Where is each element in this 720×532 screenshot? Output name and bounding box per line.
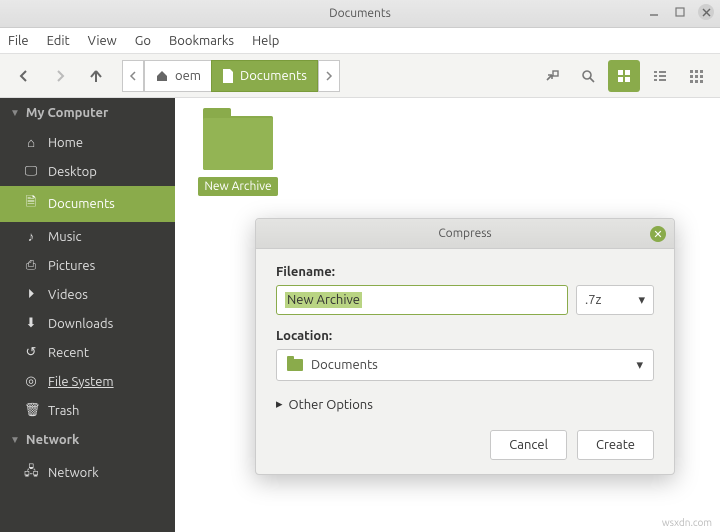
search-button[interactable] [572,60,604,92]
home-icon [155,69,169,83]
location-label: Location: [276,329,654,343]
compact-view-button[interactable] [680,60,712,92]
path-home[interactable]: oem [144,60,211,92]
sidebar-item-pictures[interactable]: ⎙Pictures [0,251,175,280]
folder-icon [203,116,273,170]
sidebar: ▼ My Computer ⌂Home 🖵Desktop 🗎Documents … [0,98,175,532]
music-icon: ♪ [24,229,38,244]
minimize-button[interactable] [646,4,662,20]
sidebar-item-home[interactable]: ⌂Home [0,128,175,157]
location-select[interactable]: Documents ▾ [276,349,654,381]
sidebar-header-computer[interactable]: ▼ My Computer [0,98,175,128]
toggle-location-button[interactable] [536,60,568,92]
document-icon: 🗎 [24,193,38,215]
folder-label: New Archive [198,177,277,196]
list-view-button[interactable] [644,60,676,92]
desktop-icon: 🖵 [24,164,38,179]
filename-input[interactable]: New Archive [276,285,568,315]
extension-value: .7z [585,293,602,307]
icon-view-button[interactable] [608,60,640,92]
back-button[interactable] [8,60,40,92]
downloads-icon: ⬇ [24,316,38,331]
sidebar-computer-label: My Computer [26,106,108,120]
recent-icon: ↺ [24,345,38,360]
compress-dialog: Compress ✕ Filename: New Archive .7z ▾ L… [255,218,675,475]
folder-item[interactable]: New Archive [193,116,283,196]
path-current[interactable]: Documents [211,60,318,92]
sidebar-item-network[interactable]: 🖧Network [0,455,175,491]
chevron-down-icon: ▾ [636,358,643,373]
forward-button[interactable] [44,60,76,92]
extension-select[interactable]: .7z ▾ [576,285,654,315]
document-icon [222,69,234,83]
filename-label: Filename: [276,265,654,279]
sidebar-item-documents[interactable]: 🗎Documents [0,186,175,222]
watermark: wsxdn.com [662,517,712,528]
other-options-label: Other Options [289,398,373,412]
dialog-titlebar: Compress ✕ [256,219,674,249]
menu-view[interactable]: View [88,34,117,48]
chevron-down-icon: ▾ [638,293,645,308]
path-next-button[interactable] [318,60,340,92]
sidebar-header-network[interactable]: ▼ Network [0,425,175,455]
cancel-button[interactable]: Cancel [490,430,567,460]
sidebar-item-videos[interactable]: ⏵Videos [0,280,175,309]
close-button[interactable] [698,4,714,20]
menubar: File Edit View Go Bookmarks Help [0,28,720,54]
menu-help[interactable]: Help [252,34,279,48]
window-controls [646,4,714,20]
location-value: Documents [311,358,378,372]
chevron-right-icon: ▸ [276,397,283,412]
sidebar-item-trash[interactable]: 🗑Trash [0,396,175,425]
up-button[interactable] [80,60,112,92]
menu-edit[interactable]: Edit [47,34,70,48]
sidebar-item-music[interactable]: ♪Music [0,222,175,251]
path-bar: oem Documents [122,60,340,92]
path-current-label: Documents [240,69,307,83]
sidebar-item-recent[interactable]: ↺Recent [0,338,175,367]
sidebar-network-label: Network [26,433,79,447]
folder-icon [287,359,303,371]
dialog-body: Filename: New Archive .7z ▾ Location: Do… [256,249,674,474]
dialog-title: Compress [438,227,491,240]
filename-value: New Archive [285,292,362,308]
network-icon: 🖧 [24,462,38,484]
menu-bookmarks[interactable]: Bookmarks [169,34,234,48]
dialog-actions: Cancel Create [276,430,654,460]
path-home-label: oem [175,69,201,83]
sidebar-item-downloads[interactable]: ⬇Downloads [0,309,175,338]
videos-icon: ⏵ [24,287,38,302]
create-button[interactable]: Create [577,430,654,460]
window-titlebar: Documents [0,0,720,28]
window-title: Documents [329,7,391,20]
path-prev-button[interactable] [122,60,144,92]
other-options-toggle[interactable]: ▸ Other Options [276,397,654,412]
home-icon: ⌂ [24,135,38,150]
dialog-close-button[interactable]: ✕ [650,226,666,242]
sidebar-item-filesystem[interactable]: ◎File System [0,367,175,396]
menu-file[interactable]: File [8,34,29,48]
toolbar: oem Documents [0,54,720,98]
trash-icon: 🗑 [24,403,38,418]
menu-go[interactable]: Go [135,34,151,48]
maximize-button[interactable] [672,4,688,20]
pictures-icon: ⎙ [24,258,38,273]
sidebar-item-desktop[interactable]: 🖵Desktop [0,157,175,186]
chevron-down-icon: ▼ [10,107,20,119]
drive-icon: ◎ [24,374,38,389]
chevron-down-icon: ▼ [10,434,20,446]
